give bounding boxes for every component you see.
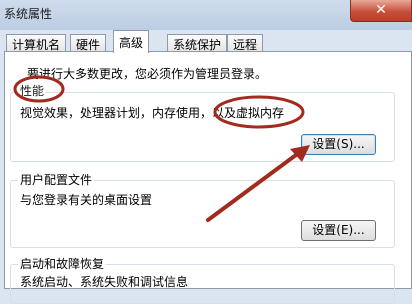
tab-computer-name[interactable]: 计算机名 [6,34,67,52]
tab-remote[interactable]: 远程 [227,34,264,52]
tab-system-protection[interactable]: 系统保护 [167,34,228,52]
user-profiles-settings-button[interactable]: 设置(E)... [301,220,376,241]
close-button[interactable]: ✕ [350,0,412,22]
close-icon: ✕ [375,2,387,18]
startup-recovery-title: 启动和故障恢复 [18,255,107,272]
user-profiles-description: 与您登录有关的桌面设置 [20,193,153,207]
tab-advanced[interactable]: 高级 [113,30,150,53]
window-title: 系统属性 [4,7,53,21]
advanced-panel [4,51,412,289]
performance-settings-button[interactable]: 设置(S)... [301,134,376,155]
title-bar: 系统属性 ✕ [0,0,412,30]
performance-title: 性能 [18,82,47,99]
user-profiles-title: 用户配置文件 [18,171,95,188]
admin-notice: 要进行大多数更改，您必须作为管理员登录。 [27,67,268,81]
tab-hardware[interactable]: 硬件 [70,34,107,52]
startup-recovery-description: 系统启动、系统失败和调试信息 [20,275,189,289]
performance-description: 视觉效果，处理器计划，内存使用，以及虚拟内存 [20,106,285,120]
